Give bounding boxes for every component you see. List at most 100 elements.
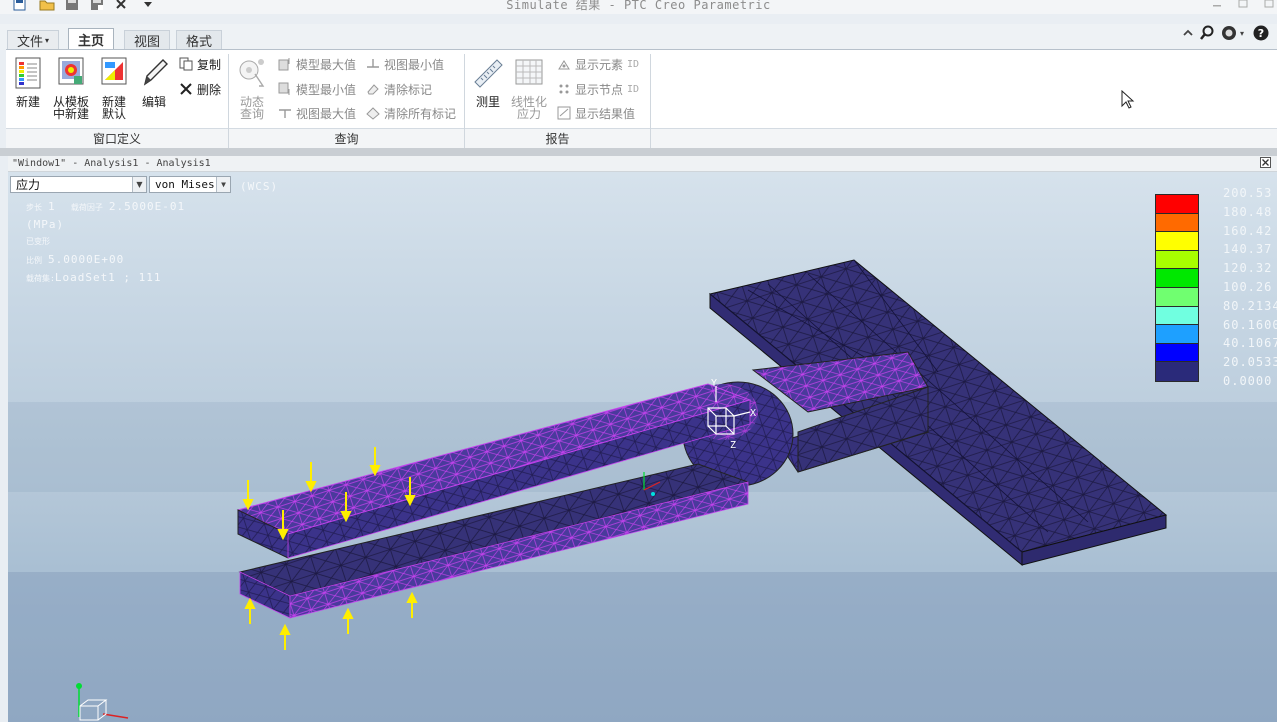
view-min-label: 视图最小值 bbox=[384, 57, 445, 72]
collapse-ribbon-icon[interactable] bbox=[1180, 28, 1196, 38]
copy-button[interactable]: 复制 bbox=[178, 56, 221, 72]
axis-x-label: X bbox=[750, 408, 756, 419]
show-result-value-label: 显示结果值 bbox=[575, 106, 636, 121]
search-icon[interactable] bbox=[1196, 25, 1218, 41]
ribbon-empty-area bbox=[651, 128, 1277, 148]
chevron-down-icon[interactable]: ▾ bbox=[1240, 29, 1252, 38]
copy-icon bbox=[178, 57, 194, 71]
result-component-select[interactable]: von Mises ▼ bbox=[149, 176, 231, 193]
new-window-button[interactable]: 新建 bbox=[13, 56, 43, 108]
copy-label: 复制 bbox=[197, 57, 222, 72]
svg-text:?: ? bbox=[1258, 27, 1264, 40]
measure-button[interactable]: 测里 bbox=[473, 56, 503, 108]
show-node-id-button[interactable]: 显示节点 ID bbox=[556, 81, 639, 97]
axis-y-label: Y bbox=[711, 378, 717, 389]
tab-view[interactable]: 视图 bbox=[124, 30, 171, 50]
edit-button[interactable]: 编辑 bbox=[139, 56, 169, 108]
legend-value: 160.42 bbox=[1223, 223, 1273, 238]
info-step-value: 1 bbox=[48, 200, 56, 213]
model-min-button[interactable]: 模型最小值 bbox=[277, 81, 356, 97]
legend-color-cell bbox=[1156, 269, 1198, 288]
legend-color-cell bbox=[1156, 362, 1198, 381]
clear-all-tags-button[interactable]: 清除所有标记 bbox=[365, 105, 456, 121]
chevron-down-icon[interactable]: ▼ bbox=[216, 177, 230, 192]
new-from-template-button[interactable]: 从模板 中新建 bbox=[53, 56, 89, 120]
table-grid-icon bbox=[515, 59, 543, 85]
view-triad-icon bbox=[76, 683, 129, 721]
legend-value: 200.53 bbox=[1223, 186, 1273, 200]
app-title: Simulate 结果 - PTC Creo Parametric bbox=[506, 0, 771, 12]
info-load-factor-label: 载荷因子 bbox=[70, 203, 103, 212]
pencil-icon bbox=[143, 59, 168, 86]
csys-label: (WCS) bbox=[240, 180, 279, 193]
clear-all-tags-label: 清除所有标记 bbox=[384, 106, 457, 121]
view-min-button[interactable]: 视图最小值 bbox=[365, 56, 444, 72]
mouse-cursor-icon bbox=[1121, 90, 1135, 109]
group-label-query: 查询 bbox=[229, 128, 464, 148]
info-loadset-line: 载荷集:LoadSet1 ; 111 bbox=[26, 271, 162, 284]
legend-color-cell bbox=[1156, 250, 1198, 270]
window-close-button[interactable] bbox=[1261, 0, 1277, 9]
help-icon[interactable]: ? bbox=[1252, 25, 1270, 41]
view-max-button[interactable]: 视图最大值 bbox=[277, 105, 356, 121]
info-load-factor-value: 2.5000E-01 bbox=[108, 200, 186, 213]
maximize-button[interactable] bbox=[1235, 0, 1251, 9]
delete-label: 删除 bbox=[197, 82, 222, 97]
new-default-button[interactable]: 新建 默认 bbox=[99, 56, 129, 120]
group-label-report: 报告 bbox=[465, 128, 650, 148]
linearize-label-2: 应力 bbox=[517, 107, 542, 121]
legend-value: 100.26 bbox=[1223, 280, 1273, 294]
show-result-value-button[interactable]: 显示结果值 bbox=[556, 105, 635, 121]
community-icon[interactable] bbox=[1218, 25, 1240, 41]
dynamic-query-label-2: 查询 bbox=[239, 107, 264, 121]
measure-label: 测里 bbox=[475, 95, 500, 109]
info-step-line: 步长 1 载荷因子 2.5000E-01 bbox=[26, 200, 185, 213]
model-max-label: 模型最大值 bbox=[296, 57, 357, 72]
chevron-down-icon[interactable]: ▼ bbox=[132, 177, 146, 192]
legend-color-cell bbox=[1156, 343, 1198, 363]
default-window-icon bbox=[101, 57, 127, 85]
viewport-title-bar: "Window1" - Analysis1 - Analysis1 bbox=[8, 156, 1277, 172]
legend-color-cell bbox=[1156, 195, 1198, 214]
info-scale-line: 比例 5.0000E+00 bbox=[26, 253, 124, 266]
result-quantity-value: 应力 bbox=[16, 178, 41, 192]
tab-format[interactable]: 格式 bbox=[176, 30, 223, 50]
close-icon[interactable] bbox=[1260, 157, 1271, 171]
delete-x-icon bbox=[178, 82, 194, 96]
info-deformed: 已变形 bbox=[26, 237, 50, 246]
eraser-icon bbox=[365, 82, 381, 96]
dynamic-query-button[interactable]: 动态 查询 bbox=[237, 56, 267, 120]
show-element-id-button[interactable]: 显示元素 ID bbox=[556, 56, 639, 72]
info-scale-value: 5.0000E+00 bbox=[48, 253, 125, 266]
show-node-id-suffix: ID bbox=[627, 83, 640, 95]
clear-tags-label: 清除标记 bbox=[384, 82, 433, 97]
legend-value: 180.48 bbox=[1223, 204, 1273, 219]
template-window-icon bbox=[58, 57, 84, 85]
view-min-icon bbox=[365, 57, 381, 71]
model-max-icon bbox=[277, 57, 293, 71]
tab-home[interactable]: 主页 bbox=[68, 28, 115, 49]
graphics-viewport[interactable]: Y X Z bbox=[8, 172, 1277, 722]
legend-color-cell bbox=[1156, 232, 1198, 251]
eraser-all-icon bbox=[365, 106, 381, 120]
view-max-icon bbox=[277, 106, 293, 120]
linearize-stress-button[interactable]: 线性化 应力 bbox=[511, 56, 547, 120]
legend-value: 120.32 bbox=[1223, 261, 1273, 276]
legend-value: 140.37 bbox=[1223, 242, 1273, 257]
new-default-label-2: 默认 bbox=[101, 107, 126, 121]
color-legend bbox=[1155, 194, 1199, 382]
result-quantity-select[interactable]: 应力 ▼ bbox=[10, 176, 147, 193]
model-min-icon bbox=[277, 82, 293, 96]
ribbon-tab-bar: 文件 ▾ 主页 视图 格式 bbox=[0, 24, 1277, 50]
clear-tags-button[interactable]: 清除标记 bbox=[365, 81, 432, 97]
delete-button[interactable]: 删除 bbox=[178, 81, 221, 97]
tab-file[interactable]: 文件 ▾ bbox=[7, 30, 60, 50]
dynamic-query-icon bbox=[239, 59, 265, 87]
legend-color-cell bbox=[1156, 287, 1198, 307]
model-max-button[interactable]: 模型最大值 bbox=[277, 56, 356, 72]
minimize-button[interactable] bbox=[1209, 0, 1225, 9]
result-value-icon bbox=[556, 106, 572, 120]
result-component-value: von Mises bbox=[155, 178, 215, 191]
show-element-id-suffix: ID bbox=[627, 58, 640, 70]
info-loadset-label: 载荷集: bbox=[26, 274, 55, 283]
